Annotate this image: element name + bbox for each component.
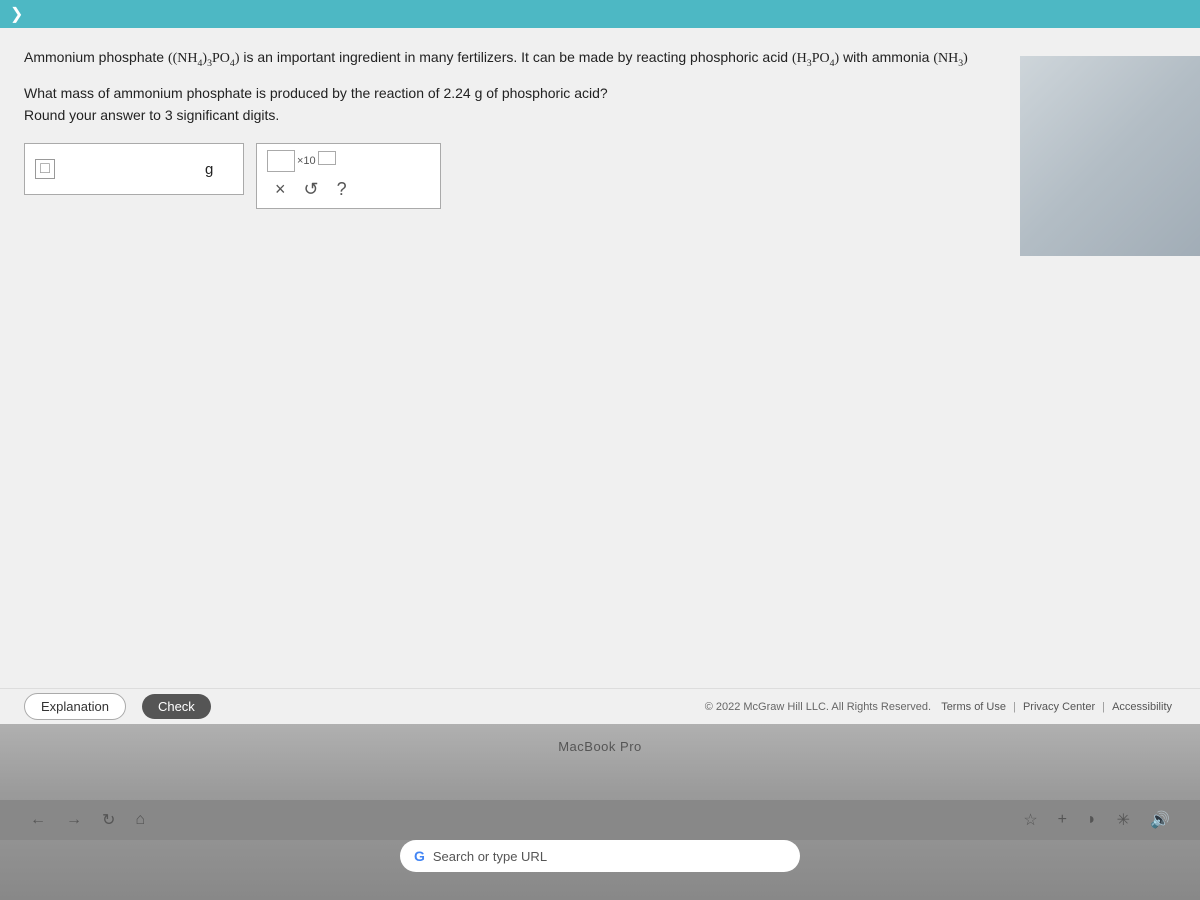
round-instruction: Round your answer to 3 significant digit… (24, 107, 1176, 123)
footer-bar: Explanation Check © 2022 McGraw Hill LLC… (0, 688, 1200, 724)
sci-buttons: × ↺ ? (267, 180, 430, 198)
intro-end-text: with ammonia (843, 49, 933, 65)
volume-icon[interactable]: 🔊 (1150, 810, 1170, 830)
collapse-chevron[interactable]: ❯ (10, 4, 23, 24)
sci-notation-box: ×10 × ↺ ? (256, 143, 441, 209)
intro-mid-text: is an important ingredient in many ferti… (243, 49, 792, 65)
home-icon[interactable]: ⌂ (135, 811, 145, 829)
accessibility-link[interactable]: Accessibility (1112, 701, 1172, 713)
unit-label: g (205, 161, 213, 178)
problem-statement: Ammonium phosphate ((NH4)3PO4) is an imp… (24, 46, 1176, 71)
macbook-label: MacBook Pro (558, 739, 642, 754)
explanation-button[interactable]: Explanation (24, 693, 126, 720)
search-bar[interactable]: G Search or type URL (400, 840, 800, 872)
macbook-label-area: MacBook Pro (558, 738, 642, 756)
ammonia-formula: (NH3) (933, 51, 967, 66)
undo-button[interactable]: ↺ (304, 180, 319, 198)
answer-input-container[interactable]: □ g (24, 143, 244, 195)
sep2: | (1102, 701, 1108, 713)
decorative-photo (1020, 56, 1200, 256)
check-button[interactable]: Check (142, 694, 211, 719)
question-text: What mass of ammonium phosphate is produ… (24, 85, 1176, 101)
content-area: Ammonium phosphate ((NH4)3PO4) is an imp… (0, 28, 1200, 688)
sci-base-box (267, 150, 295, 172)
refresh-icon[interactable]: ↻ (102, 810, 115, 830)
star-icon[interactable]: ☆ (1023, 810, 1037, 830)
ammonium-phosphate-formula: ((NH4)3PO4) (168, 51, 240, 66)
intro-text: Ammonium phosphate (24, 49, 168, 65)
footer-links: Terms of Use | Privacy Center | Accessib… (934, 701, 1176, 713)
back-icon[interactable]: ← (30, 811, 46, 829)
moon-icon[interactable]: ◗ (1087, 811, 1097, 829)
help-button[interactable]: ? (337, 180, 347, 198)
keyboard-bottom-toolbar: ← → ↻ ⌂ ☆ + ◗ ✳ 🔊 (0, 800, 1200, 840)
top-bar: ❯ (0, 0, 1200, 28)
sci-notation-top: ×10 (267, 150, 430, 172)
copyright-text: © 2022 McGraw Hill LLC. All Rights Reser… (705, 701, 931, 713)
search-placeholder-text: Search or type URL (433, 849, 547, 864)
privacy-link[interactable]: Privacy Center (1023, 701, 1095, 713)
sep1: | (1013, 701, 1019, 713)
answer-row: □ g ×10 × ↺ ? (24, 143, 1176, 209)
sci-exp-box (318, 151, 336, 165)
plus-icon[interactable]: + (1058, 811, 1067, 829)
clear-button[interactable]: × (275, 180, 286, 198)
answer-box-icon: □ (35, 159, 55, 179)
x10-label: ×10 (297, 155, 316, 167)
forward-icon[interactable]: → (66, 811, 82, 829)
phosphoric-acid-formula: (H3PO4) (792, 51, 839, 66)
google-icon: G (414, 848, 425, 864)
terms-link[interactable]: Terms of Use (941, 701, 1006, 713)
copyright-area: © 2022 McGraw Hill LLC. All Rights Reser… (705, 701, 1176, 713)
macbook-frame: ❯ Ammonium phosphate ((NH4)3PO4) is an i… (0, 0, 1200, 900)
answer-input[interactable] (61, 160, 201, 178)
settings-icon[interactable]: ✳ (1117, 810, 1130, 830)
